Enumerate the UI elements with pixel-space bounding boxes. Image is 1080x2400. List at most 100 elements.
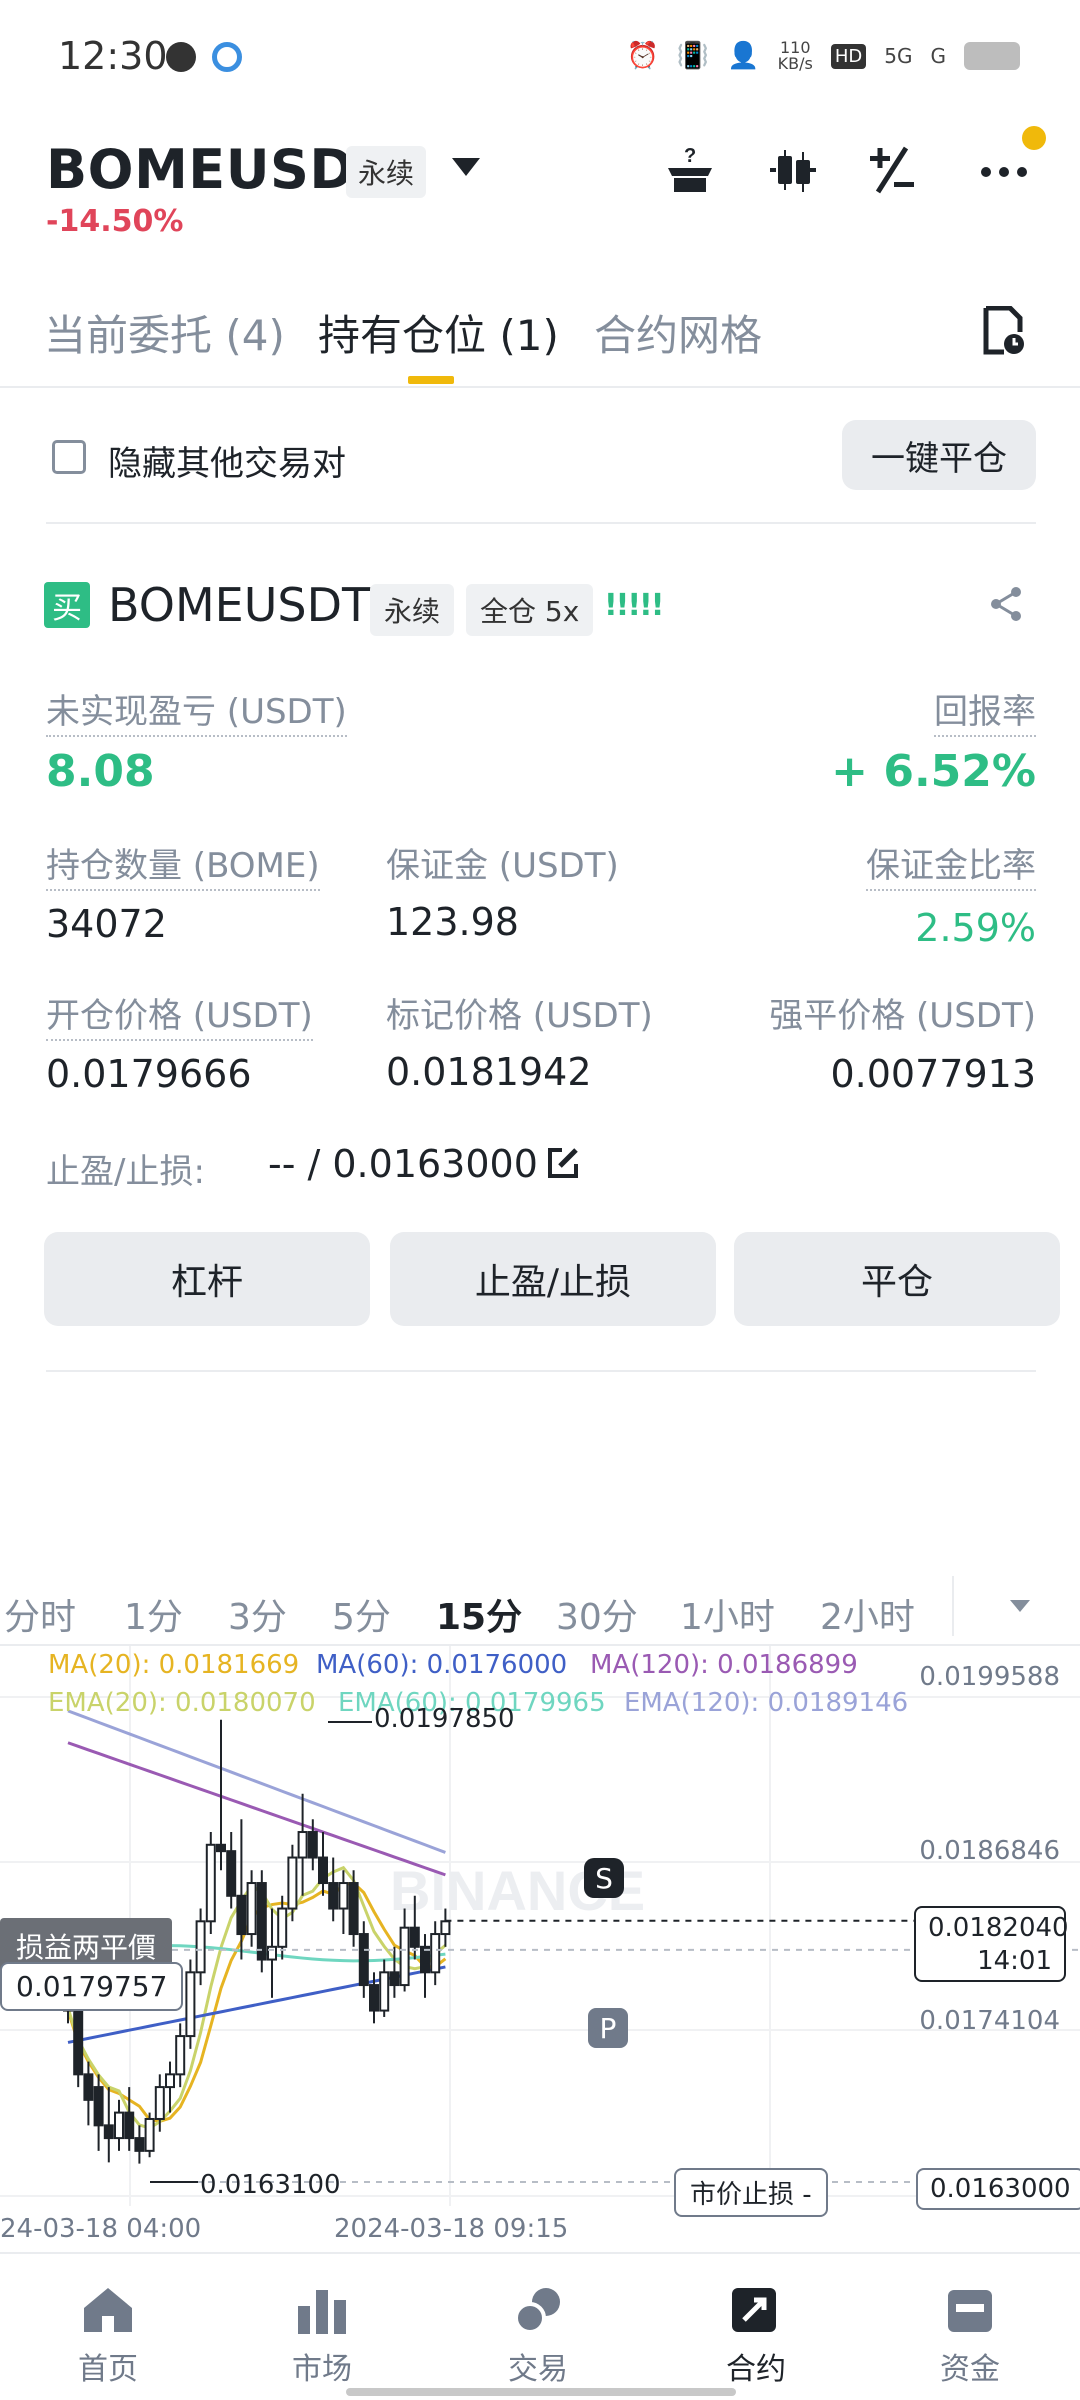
symbol-dropdown-icon[interactable] xyxy=(452,158,480,176)
roe-value: + 6.52% xyxy=(831,746,1036,797)
ma120-line xyxy=(67,1741,446,1877)
stop-loss-price-box: 0.0163000 xyxy=(916,2168,1080,2210)
candle-body xyxy=(83,2073,94,2101)
tab-futures-grid[interactable]: 合约网格 xyxy=(594,302,762,363)
more-icon[interactable] xyxy=(974,140,1034,200)
nav-funds[interactable]: 资金 xyxy=(900,2282,1040,2388)
wallet-icon xyxy=(942,2282,998,2334)
nav-market[interactable]: 市场 xyxy=(252,2282,392,2388)
hd-icon: HD xyxy=(830,43,867,69)
more-intervals-icon[interactable] xyxy=(1010,1600,1030,1612)
candle-body xyxy=(369,1984,379,2012)
margin-mode-chip[interactable]: 全仓 5x xyxy=(466,584,594,636)
ma60-indicator: MA(60): 0.0176000 xyxy=(316,1650,568,1680)
low-price-label: 0.0163100 xyxy=(200,2170,341,2200)
section-divider xyxy=(46,522,1036,524)
current-price-box: 0.0182040 14:01 xyxy=(914,1906,1069,1982)
interval-1h[interactable]: 1小时 xyxy=(680,1588,775,1640)
price-change-pct: -14.50% xyxy=(46,204,184,239)
roe-label[interactable]: 回报率 xyxy=(934,684,1036,737)
interval-1m[interactable]: 1分 xyxy=(124,1588,183,1640)
liq-price-value: 0.0077913 xyxy=(830,1052,1037,1096)
nav-label: 合约 xyxy=(726,2352,786,2387)
gift-question-icon[interactable]: ? xyxy=(660,140,720,200)
nav-label: 资金 xyxy=(940,2352,1000,2387)
leverage-button[interactable]: 杠杆 xyxy=(44,1232,370,1326)
candle-body xyxy=(277,1907,288,1948)
nav-futures[interactable]: 合约 xyxy=(686,2282,826,2388)
price-axis-label: 0.0174104 xyxy=(919,2006,1060,2036)
breakeven-price-box: 0.0179757 xyxy=(0,1962,184,2011)
unrealized-pnl-label[interactable]: 未实现盈亏 (USDT) xyxy=(46,684,347,737)
candle-body xyxy=(256,1882,267,1961)
interval-2h[interactable]: 2小时 xyxy=(820,1588,915,1640)
candle-body xyxy=(226,1850,237,1897)
mark-price-value: 0.0181942 xyxy=(386,1050,592,1094)
margin-ratio-label[interactable]: 保证金比率 xyxy=(866,838,1036,891)
position-size-value: 34072 xyxy=(46,902,167,946)
interval-3m[interactable]: 3分 xyxy=(228,1588,287,1640)
interval-15m[interactable]: 15分 xyxy=(436,1588,522,1640)
alarm-icon: ⏰ xyxy=(626,41,659,71)
candle-body xyxy=(399,1926,410,1987)
interval-tick[interactable]: 分时 xyxy=(4,1588,76,1640)
ema20-indicator: EMA(20): 0.0180070 xyxy=(48,1688,316,1718)
home-indicator[interactable] xyxy=(346,2388,736,2396)
nav-label: 交易 xyxy=(508,2352,568,2387)
candle-body xyxy=(246,1882,257,1936)
candle-body xyxy=(205,1843,216,1923)
tab-active-indicator xyxy=(408,376,454,384)
home-icon xyxy=(80,2282,136,2334)
notification-dot xyxy=(1022,126,1046,150)
sell-marker[interactable]: S xyxy=(584,1858,624,1898)
svg-text:?: ? xyxy=(684,145,696,167)
entry-price-value: 0.0179666 xyxy=(46,1052,252,1096)
candle-body xyxy=(379,1971,390,2012)
share-icon[interactable] xyxy=(988,586,1024,631)
nav-trade[interactable]: 交易 xyxy=(468,2282,608,2388)
position-size-label[interactable]: 持仓数量 (BOME) xyxy=(46,838,320,891)
interval-separator xyxy=(952,1576,954,1636)
candle-body xyxy=(297,1831,308,1859)
tab-open-orders[interactable]: 当前委托 (4) xyxy=(44,302,285,363)
nav-home[interactable]: 首页 xyxy=(38,2282,178,2388)
status-app-icon xyxy=(212,42,242,72)
signal-g-icon: G xyxy=(930,44,947,68)
candle-body xyxy=(165,2073,175,2089)
buy-side-badge: 买 xyxy=(44,582,90,628)
candle-body xyxy=(389,1971,400,1987)
edit-icon[interactable] xyxy=(546,1146,578,1178)
liq-price-label: 强平价格 (USDT) xyxy=(769,996,1036,1036)
candle-body xyxy=(103,2124,114,2140)
status-time: 12:30 xyxy=(58,34,168,78)
entry-price-label[interactable]: 开仓价格 (USDT) xyxy=(46,988,313,1041)
candle-body xyxy=(348,1882,359,1936)
tpsl-label: 止盈/止损: xyxy=(46,1152,205,1192)
candle-countdown: 14:01 xyxy=(977,1946,1052,1976)
mark-price-label: 标记价格 (USDT) xyxy=(386,996,653,1036)
nav-divider xyxy=(0,2252,1080,2254)
candlestick-icon[interactable] xyxy=(762,140,822,200)
position-marker[interactable]: P xyxy=(588,2008,628,2048)
status-globe-icon xyxy=(166,42,196,72)
adl-signal-icon: !!!!! xyxy=(604,588,664,623)
hide-other-pairs-checkbox[interactable] xyxy=(52,440,86,474)
interval-30m[interactable]: 30分 xyxy=(556,1588,638,1640)
close-all-button[interactable]: 一键平仓 xyxy=(842,420,1036,490)
plus-minus-icon[interactable] xyxy=(862,140,922,200)
contract-type-tag: 永续 xyxy=(346,146,427,198)
ma20-indicator: MA(20): 0.0181669 xyxy=(48,1650,300,1680)
close-position-button[interactable]: 平仓 xyxy=(734,1232,1060,1326)
status-icons: ⏰ 📳 👤 110 KB/s HD 5G G xyxy=(627,40,1020,72)
interval-5m[interactable]: 5分 xyxy=(332,1588,391,1640)
history-doc-icon[interactable] xyxy=(982,305,1026,360)
candle-body xyxy=(430,1933,441,1974)
candle-body xyxy=(195,1920,206,1974)
stop-loss-tag[interactable]: 市价止损 - xyxy=(674,2168,828,2217)
margin-label: 保证金 (USDT) xyxy=(386,846,619,886)
position-symbol[interactable]: BOMEUSDT xyxy=(108,578,370,632)
tpsl-button[interactable]: 止盈/止损 xyxy=(390,1232,716,1326)
candle-body xyxy=(328,1882,339,1910)
symbol-title[interactable]: BOMEUSDT xyxy=(46,138,392,201)
tab-positions[interactable]: 持有仓位 (1) xyxy=(318,302,559,363)
